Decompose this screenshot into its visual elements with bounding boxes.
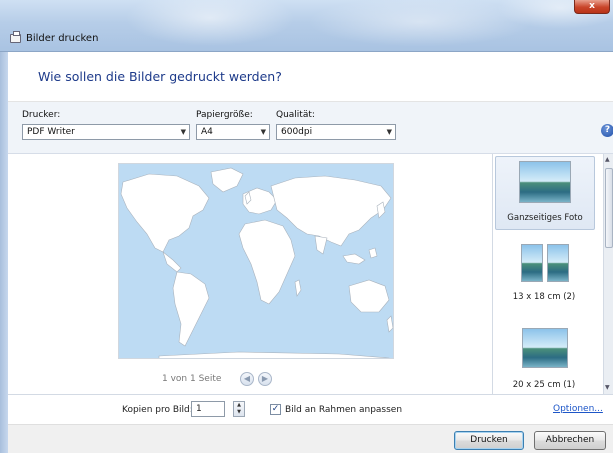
help-icon[interactable]: ? [601, 124, 613, 137]
paper-size-select[interactable]: A4 ▼ [196, 124, 270, 140]
next-page-button[interactable]: ▶ [258, 372, 272, 386]
printer-select[interactable]: PDF Writer ▼ [22, 124, 190, 140]
fit-to-frame-label: Bild an Rahmen anpassen [285, 405, 403, 415]
arrow-right-icon: ▶ [261, 374, 269, 383]
layout-label: 13 x 18 cm (2) [512, 292, 576, 302]
world-map-image [120, 167, 393, 358]
chevron-down-icon: ▼ [386, 128, 392, 136]
layout-item-20x25[interactable]: 20 x 25 cm (1) [495, 322, 595, 394]
copies-label: Kopien pro Bild: [122, 405, 193, 415]
quality-label: Qualität: [276, 110, 315, 120]
printer-select-value: PDF Writer [27, 127, 75, 137]
title-bar-glass [0, 0, 613, 52]
quality-select[interactable]: 600dpi ▼ [276, 124, 396, 140]
printer-icon [10, 31, 21, 43]
print-settings-toolbar: Drucker: PDF Writer ▼ Papiergröße: A4 ▼ … [8, 102, 613, 154]
copies-input[interactable]: 1 [191, 401, 225, 417]
printer-label: Drucker: [22, 110, 61, 120]
window-frame-left [0, 52, 8, 453]
fit-to-frame-checkbox[interactable]: ✓ [270, 404, 281, 415]
chevron-down-icon: ▼ [260, 128, 266, 136]
scroll-down-icon[interactable]: ▼ [605, 384, 610, 391]
layout-item-13x18[interactable]: 13 x 18 cm (2) [495, 240, 595, 310]
copies-stepper[interactable]: ▲ ▼ [233, 401, 245, 417]
paper-size-label: Papiergröße: [196, 110, 253, 120]
previous-page-button[interactable]: ◀ [240, 372, 254, 386]
layout-thumbnail [519, 161, 571, 203]
layout-label: 20 x 25 cm (1) [512, 380, 576, 390]
page-title: Wie sollen die Bilder gedruckt werden? [38, 69, 282, 84]
scroll-up-icon[interactable]: ▲ [605, 156, 610, 163]
page-status: 1 von 1 Seite [162, 374, 222, 384]
print-options-bar: Kopien pro Bild: 1 ▲ ▼ ✓ Bild an Rahmen a… [8, 394, 613, 424]
paper-size-select-value: A4 [201, 127, 213, 137]
print-preview-area: 1 von 1 Seite ◀ ▶ [8, 154, 492, 394]
chevron-down-icon: ▼ [180, 128, 186, 136]
layout-thumbnail [521, 244, 543, 282]
quality-select-value: 600dpi [281, 127, 313, 137]
layout-item-full-page[interactable]: Ganzseitiges Foto [495, 156, 595, 230]
dialog-header: Wie sollen die Bilder gedruckt werden? [8, 52, 613, 102]
layout-list: Ganzseitiges Foto 13 x 18 cm (2) 20 x 25… [492, 154, 613, 394]
arrow-left-icon: ◀ [243, 374, 251, 383]
layout-scrollbar[interactable]: ▲ ▼ [603, 154, 613, 394]
title-bar: Bilder drucken x [0, 0, 613, 52]
scrollbar-thumb[interactable] [605, 168, 613, 248]
layout-thumbnail [547, 244, 569, 282]
preview-image [118, 163, 394, 359]
print-button[interactable]: Drucken [454, 431, 524, 450]
layout-label: Ganzseitiges Foto [507, 213, 583, 223]
layout-thumbnail [522, 328, 568, 368]
window-title: Bilder drucken [26, 33, 99, 44]
cancel-button[interactable]: Abbrechen [534, 431, 606, 450]
dialog-footer: Drucken Abbrechen [8, 424, 613, 453]
close-button[interactable]: x [574, 0, 610, 14]
options-link[interactable]: Optionen... [553, 404, 603, 414]
